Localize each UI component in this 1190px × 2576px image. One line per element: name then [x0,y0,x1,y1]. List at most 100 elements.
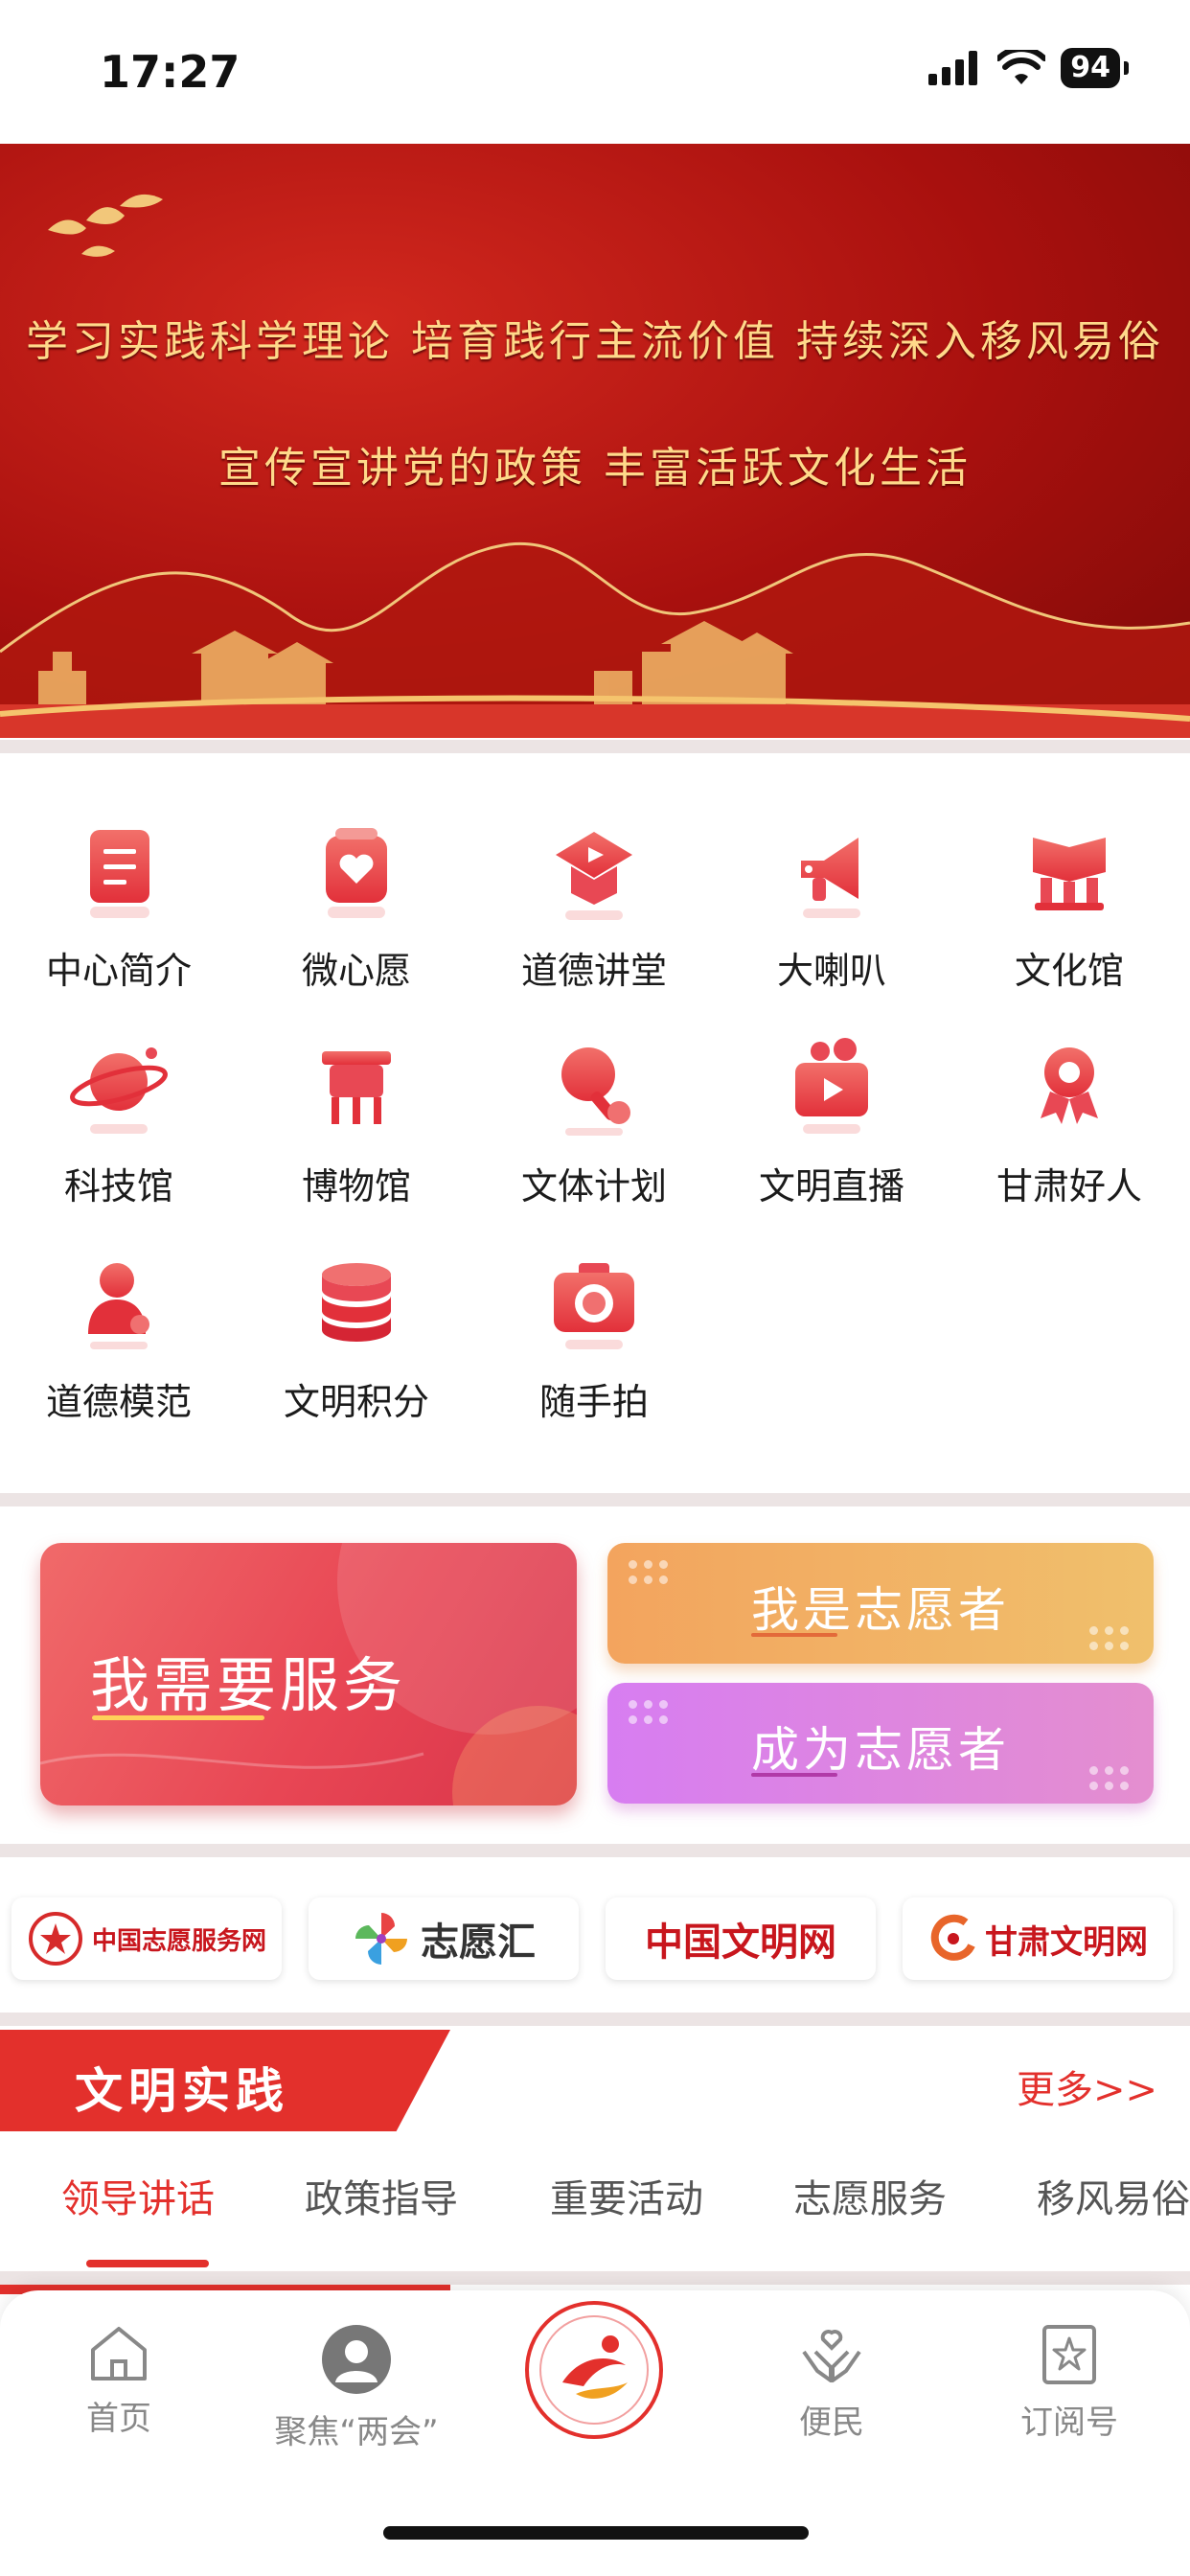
need-service-underline [92,1715,264,1720]
camera-icon [554,1263,634,1349]
active-tab-indicator [86,2260,209,2267]
tabbar-label: 聚焦“两会” [274,2413,439,2451]
menu-item-gansu-good-people[interactable]: 甘肃好人 [950,1030,1188,1209]
wifi-icon [997,50,1046,84]
menu-item-label: 文明直播 [758,1165,904,1208]
signal-icon [928,51,978,85]
tabbar-label: 首页 [86,2400,151,2438]
menu-item-label: 科技馆 [63,1165,173,1208]
menu-item-civilization-live[interactable]: 文明直播 [713,1030,950,1209]
partner-china-civilization[interactable]: 中国文明网 [606,1898,876,1980]
menu-item-label: 随手拍 [538,1381,649,1423]
section-divider [0,2271,1190,2285]
partner-label: 中国志愿服务网 [91,1926,266,1956]
need-service-label: 我需要服务 [90,1650,407,1720]
avatar-icon [322,2325,391,2394]
menu-item-sports-plan[interactable]: 文体计划 [475,1030,713,1209]
menu-item-label: 道德讲堂 [520,950,667,992]
section-divider [0,2012,1190,2026]
tabbar-home[interactable]: 首页 [0,2323,238,2439]
section-divider [0,1493,1190,1506]
banner-slogan-2: 宣传宣讲党的政策 丰富活跃文化生活 [218,444,972,493]
tab-customs-reform[interactable]: 移风易俗 [1037,2168,1190,2223]
menu-item-museum[interactable]: 博物馆 [238,1030,475,1209]
become-volunteer-label: 成为志愿者 [751,1722,1010,1778]
menu-item-loudspeaker[interactable]: 大喇叭 [713,815,950,994]
tabbar-focus[interactable]: 聚焦“两会” [238,2323,475,2452]
menu-item-civilization-points[interactable]: 文明积分 [238,1246,475,1425]
planet-icon [70,1047,168,1134]
star-bookmark-icon [1042,2325,1096,2384]
i-am-volunteer-label: 我是志愿者 [751,1582,1010,1638]
partner-volunteer-hub[interactable]: 志愿汇 [309,1898,579,1980]
megaphone-icon [801,838,860,918]
banner-slogan-1: 学习实践科学理论 培育践行主流价值 持续深入移风易俗 [26,317,1164,366]
menu-item-label: 文明积分 [283,1381,429,1423]
menu-item-center-intro[interactable]: 中心简介 [0,815,238,994]
award-person-icon [1041,1047,1098,1124]
partner-label: 甘肃文明网 [985,1922,1148,1962]
tabbar-label: 便民 [799,2404,864,2442]
menu-item-label: 大喇叭 [776,950,886,992]
document-icon [90,830,149,918]
category-tabs: 领导讲话 政策指导 重要活动 志愿服务 移风易俗 [0,2168,1190,2254]
ding-vessel-icon [322,1051,391,1124]
need-service-button[interactable]: 我需要服务 [40,1543,577,1806]
partner-gansu-civilization[interactable]: 甘肃文明网 [903,1898,1173,1980]
swirl-logo-icon [930,1914,975,1961]
video-camera-icon [795,1038,868,1134]
tabbar-center-logo[interactable] [475,2298,713,2446]
status-time: 17:27 [100,46,240,98]
tabbar-subscriptions[interactable]: 订阅号 [950,2323,1188,2443]
section-title-badge: 文明实践 [0,2030,450,2131]
become-underline [751,1773,837,1777]
menu-item-label: 文化馆 [1014,950,1124,992]
tabbar-label: 订阅号 [1020,2404,1118,2442]
status-bar: 17:27 94 [0,0,1190,144]
menu-item-micro-wish[interactable]: 微心愿 [238,815,475,994]
tabbar-convenience[interactable]: 便民 [713,2323,950,2443]
home-icon [91,2327,147,2380]
menu-item-science-museum[interactable]: 科技馆 [0,1030,238,1209]
ping-pong-icon [561,1047,630,1136]
tab-leader-speech[interactable]: 领导讲话 [61,2168,215,2223]
partner-label: 志愿汇 [421,1920,536,1965]
pinwheel-icon [355,1913,407,1965]
menu-item-label: 中心简介 [45,950,192,992]
become-volunteer-button[interactable]: 成为志愿者 [607,1683,1154,1804]
section-divider [0,1844,1190,1857]
partner-china-volunteer[interactable]: 中国志愿服务网 [11,1898,282,1980]
person-badge-icon [88,1263,149,1349]
i-am-volunteer-button[interactable]: 我是志愿者 [607,1543,1154,1664]
heart-card-icon [326,828,387,918]
home-indicator[interactable] [383,2526,809,2540]
more-link[interactable]: 更多>> [1017,2058,1157,2114]
hero-banner[interactable]: 学习实践科学理论 培育践行主流价值 持续深入移风易俗 宣传宣讲党的政策 丰富活跃… [0,144,1190,738]
section-title: 文明实践 [75,2062,289,2119]
menu-item-label: 微心愿 [301,950,411,992]
menu-item-label: 博物馆 [301,1165,411,1208]
volunteer-underline [751,1633,837,1637]
battery-cap [1124,61,1129,75]
menu-item-label: 文体计划 [520,1165,667,1208]
emblem-icon [28,1912,82,1966]
doves-icon [48,194,163,257]
tab-volunteer-service[interactable]: 志愿服务 [793,2168,947,2223]
menu-item-snapshot[interactable]: 随手拍 [475,1246,713,1425]
status-icons: 94 [928,48,1129,88]
menu-item-label: 道德模范 [45,1381,192,1423]
section-divider [0,740,1190,753]
tab-policy-guide[interactable]: 政策指导 [305,2168,458,2223]
battery-indicator: 94 [1061,48,1120,88]
center-logo-icon [525,2301,663,2439]
menu-item-moral-model[interactable]: 道德模范 [0,1246,238,1425]
tab-major-events[interactable]: 重要活动 [550,2168,703,2223]
menu-item-label: 甘肃好人 [995,1165,1142,1208]
book-building-icon [1033,838,1106,910]
graduation-play-icon [556,832,632,920]
banner-skyline-art [0,542,1190,738]
menu-item-moral-lecture[interactable]: 道德讲堂 [475,815,713,994]
partner-links: 中国志愿服务网 志愿汇 中国文明网 甘肃文明网 [0,1898,1190,1982]
menu-item-culture-hall[interactable]: 文化馆 [950,815,1188,994]
section-header: 文明实践 更多>> [0,2030,1190,2135]
